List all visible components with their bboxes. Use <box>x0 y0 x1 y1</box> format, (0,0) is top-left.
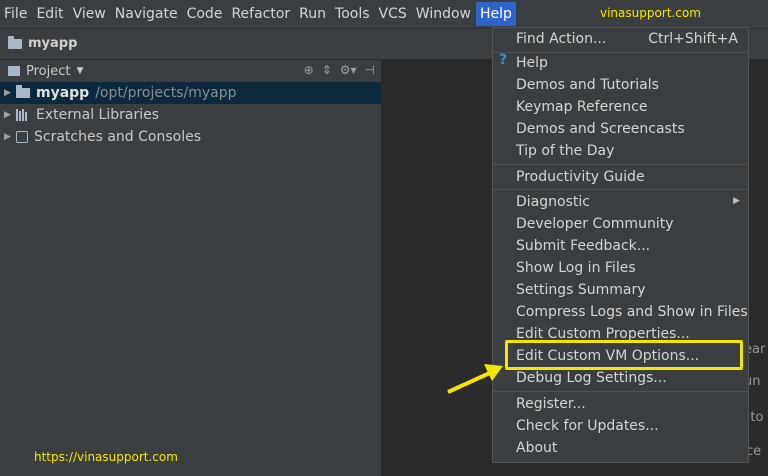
arrow-pointer-icon <box>447 364 503 394</box>
